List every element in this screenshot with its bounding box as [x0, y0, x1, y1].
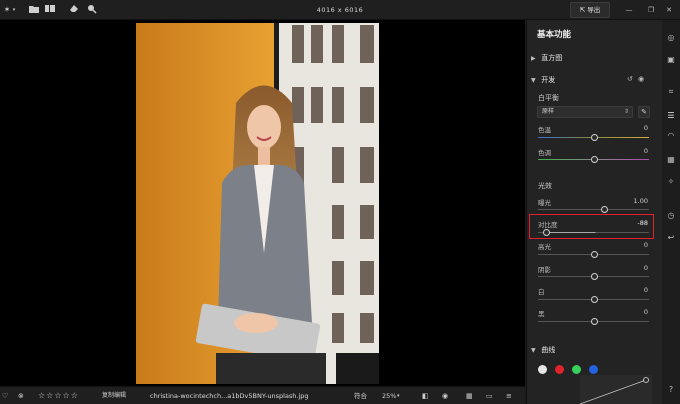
- curve-channel-rgb[interactable]: [538, 365, 547, 374]
- tint-value: 0: [643, 147, 648, 155]
- histogram-section[interactable]: ▶ 直方图: [531, 52, 659, 64]
- help-icon[interactable]: ?: [665, 384, 677, 396]
- white-balance-label: 白平衡: [538, 94, 559, 102]
- exposure-track[interactable]: [538, 209, 649, 210]
- chevron-down-icon: ▼: [531, 77, 536, 84]
- tint-label: 色调: [538, 149, 551, 157]
- temperature-label: 色温: [538, 126, 551, 134]
- histogram-label: 直方图: [541, 54, 563, 62]
- zoom-dropdown-icon[interactable]: ▾: [397, 390, 400, 402]
- reset-icon[interactable]: ↺: [627, 75, 633, 83]
- blacks-label: 黑: [538, 310, 545, 318]
- shadows-label: 阴影: [538, 266, 551, 274]
- curve-channel-red[interactable]: [555, 365, 564, 374]
- image-dimensions: 4016 x 6016: [316, 6, 364, 14]
- fit-button[interactable]: 符合: [354, 390, 367, 402]
- whites-label: 白: [538, 288, 545, 296]
- caret-down-icon[interactable]: ▾: [11, 4, 17, 16]
- search-icon[interactable]: [86, 4, 98, 16]
- folder-icon[interactable]: [28, 4, 40, 16]
- highlights-label: 高光: [538, 243, 551, 251]
- eraser-icon[interactable]: [68, 4, 80, 16]
- file-name: christina-wocintechch...a1bDv5BNY-unspla…: [150, 392, 309, 400]
- heart-icon[interactable]: ♡: [2, 390, 8, 402]
- curve-label: 曲线: [541, 346, 556, 354]
- temperature-slider-handle[interactable]: [591, 134, 598, 141]
- rating-stars[interactable]: ☆☆☆☆☆: [38, 390, 79, 402]
- copy-edit-button[interactable]: 复制编辑: [102, 390, 126, 402]
- tint-slider-handle[interactable]: [591, 156, 598, 163]
- curve-channel-blue[interactable]: [589, 365, 598, 374]
- minimize-button[interactable]: —: [622, 3, 636, 17]
- blacks-value: 0: [643, 308, 648, 316]
- curve-channel-green[interactable]: [572, 365, 581, 374]
- whites-slider-handle[interactable]: [591, 296, 598, 303]
- tone-curve-graph[interactable]: [579, 375, 652, 404]
- close-icon[interactable]: ✕: [662, 3, 676, 17]
- crop-icon[interactable]: ⌗: [665, 86, 677, 98]
- develop-label: 开发: [541, 76, 556, 84]
- shadows-value: 0: [643, 264, 648, 272]
- select-arrows-icon: ⇕: [623, 108, 629, 115]
- restore-icon[interactable]: ❐: [644, 3, 658, 17]
- edit-icon[interactable]: ◎: [665, 32, 677, 44]
- light-label: 光效: [538, 182, 552, 190]
- panel-title: 基本功能: [537, 30, 572, 40]
- curve-section[interactable]: ▼ 曲线: [531, 344, 659, 356]
- library-icon[interactable]: [44, 4, 56, 16]
- white-balance-select[interactable]: 原样 ⇕: [537, 106, 633, 118]
- adjustments-panel: 基本功能 ▶ 直方图 ▼ 开发 ↺ ◉ 白平衡 原样 ⇕ ✎ 色温 0 色调 0…: [526, 20, 662, 404]
- eye-icon[interactable]: ◉: [638, 75, 644, 83]
- compare-icon[interactable]: ◧: [422, 390, 429, 402]
- white-balance-value: 原样: [542, 108, 555, 115]
- exposure-slider-handle[interactable]: [601, 206, 608, 213]
- whites-value: 0: [643, 286, 648, 294]
- grid-icon[interactable]: ▦: [665, 154, 677, 166]
- contrast-highlight-box: [529, 214, 654, 239]
- tool-rail: ◎ ▣ ⌗ ☰ ◠ ▦ ✧ ◷ ↩ ?: [662, 20, 680, 404]
- magic-icon[interactable]: ✧: [665, 176, 677, 188]
- eye-icon[interactable]: ◉: [442, 390, 448, 402]
- layers-icon[interactable]: ▣: [665, 54, 677, 66]
- bottom-toolbar: ♡ ⊗ ☆☆☆☆☆ 复制编辑 christina-wocintechch...a…: [0, 386, 525, 404]
- blacks-slider-handle[interactable]: [591, 318, 598, 325]
- zoom-level[interactable]: 25%: [382, 390, 396, 402]
- exposure-value: 1.00: [633, 197, 648, 205]
- sliders-icon[interactable]: ☰: [665, 110, 677, 122]
- undo-icon[interactable]: ↩: [665, 232, 677, 244]
- photo-preview: [136, 23, 379, 384]
- highlights-value: 0: [643, 241, 648, 249]
- menu-icon[interactable]: ≡: [506, 390, 512, 402]
- reject-icon[interactable]: ⊗: [18, 390, 24, 402]
- history-icon[interactable]: ◷: [665, 210, 677, 222]
- chevron-right-icon: ▶: [531, 55, 536, 62]
- grid-view-icon[interactable]: ▦: [466, 390, 473, 402]
- highlights-slider-handle[interactable]: [591, 251, 598, 258]
- export-button[interactable]: ⇱ 导出: [570, 2, 610, 18]
- top-toolbar: ✶ ▾ 4016 x 6016 ⇱ 导出 — ❐ ✕: [0, 0, 680, 20]
- chevron-down-icon: ▼: [531, 347, 536, 354]
- app-window: ✶ ▾ 4016 x 6016 ⇱ 导出 — ❐ ✕ 基本功能 ▶ 直方图 ▼ …: [0, 0, 680, 404]
- mask-icon[interactable]: ◠: [665, 130, 677, 142]
- exposure-label: 曝光: [538, 199, 551, 207]
- temperature-value: 0: [643, 124, 648, 132]
- filmstrip-icon[interactable]: ▭: [486, 390, 493, 402]
- export-label: 导出: [587, 6, 601, 14]
- eyedropper-icon[interactable]: ✎: [638, 106, 650, 118]
- shadows-slider-handle[interactable]: [591, 273, 598, 280]
- export-icon: ⇱: [579, 6, 586, 14]
- image-viewer[interactable]: [0, 20, 525, 386]
